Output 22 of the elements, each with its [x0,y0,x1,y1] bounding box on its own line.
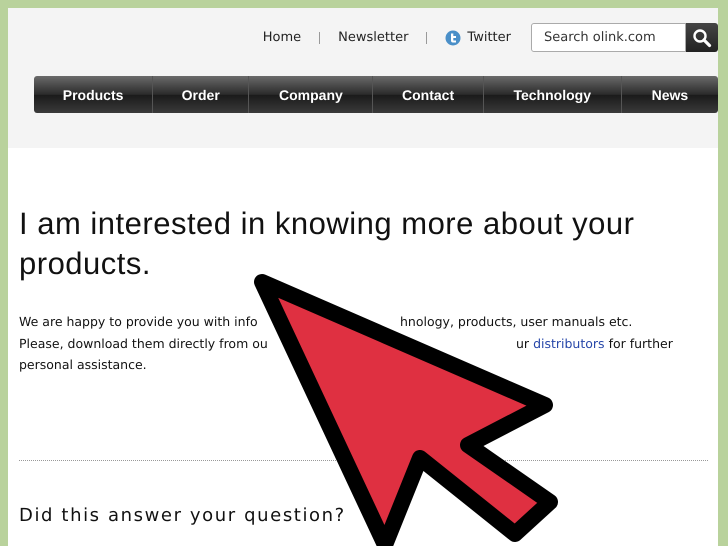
paragraph-text: We are happy to provide you with info [19,313,258,331]
paragraph-text: Please, download them directly from ou [19,334,268,353]
top-link[interactable]: Home [256,30,308,45]
distributors-link[interactable]: distributors [533,332,605,354]
nav-item[interactable]: Order [152,76,248,113]
page-heading: I am interested in knowing more about your products. [19,205,636,283]
top-link[interactable]: Twitter [439,30,517,46]
search-field[interactable]: Search olink.com [531,23,686,52]
nav-item[interactable]: Contact [372,76,483,113]
paragraph-text: for further [608,334,673,352]
social-icon [445,30,462,46]
nav-item[interactable]: Technology [482,76,621,113]
nav-item[interactable]: Products [34,76,152,113]
search-button[interactable] [686,23,718,52]
top-link[interactable]: Newsletter [332,30,414,45]
search-icon [692,28,712,48]
nav-item[interactable]: News [620,76,718,113]
nav-item[interactable]: Company [248,76,372,113]
paragraph-text: hnology, products, user manuals etc. [400,313,632,331]
paragraph-text: ur [516,334,530,352]
section-heading: Did this answer your question? [19,504,347,526]
paragraph-text: personal assistance. [19,356,147,374]
